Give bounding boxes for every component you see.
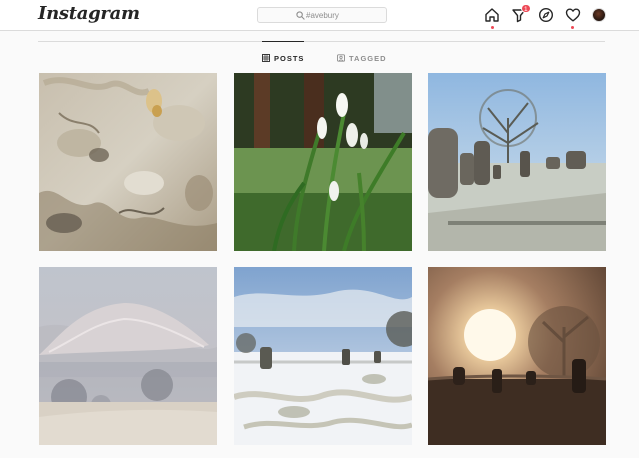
tab-tagged-label: TAGGED bbox=[349, 53, 387, 63]
foggy-sunrise-image bbox=[428, 267, 606, 445]
grid-icon bbox=[262, 54, 270, 62]
post-thumbnail-2[interactable] bbox=[234, 73, 412, 251]
profile-avatar[interactable] bbox=[592, 8, 606, 22]
search-box[interactable] bbox=[257, 7, 387, 23]
home-button[interactable] bbox=[484, 7, 500, 23]
activity-button[interactable] bbox=[565, 7, 581, 23]
misty-hill-image bbox=[39, 267, 217, 445]
search-input[interactable] bbox=[306, 9, 384, 21]
post-thumbnail-3[interactable] bbox=[428, 73, 606, 251]
profile-divider bbox=[38, 41, 605, 42]
post-thumbnail-1[interactable] bbox=[39, 73, 217, 251]
chalk-stone-image bbox=[39, 73, 217, 251]
heart-icon bbox=[565, 8, 581, 22]
tab-tagged[interactable]: TAGGED bbox=[337, 52, 387, 64]
compass-icon bbox=[538, 7, 554, 23]
frosty-stones-image bbox=[428, 73, 606, 251]
snowy-stones-image bbox=[234, 267, 412, 445]
post-thumbnail-6[interactable] bbox=[428, 267, 606, 445]
tagged-icon bbox=[337, 54, 345, 62]
notification-badge: 1 bbox=[521, 4, 531, 13]
post-thumbnail-4[interactable] bbox=[39, 267, 217, 445]
activity-dot bbox=[571, 26, 574, 29]
explore-button[interactable] bbox=[538, 7, 554, 23]
search-icon bbox=[296, 11, 305, 20]
instagram-logo[interactable]: Instagram bbox=[38, 3, 140, 24]
home-activity-dot bbox=[491, 26, 494, 29]
snowdrops-image bbox=[234, 73, 412, 251]
home-icon bbox=[485, 8, 499, 22]
top-navigation-bar: Instagram 1 bbox=[0, 0, 639, 31]
tab-posts[interactable]: POSTS bbox=[262, 41, 305, 64]
post-thumbnail-5[interactable] bbox=[234, 267, 412, 445]
tab-posts-label: POSTS bbox=[274, 53, 305, 63]
